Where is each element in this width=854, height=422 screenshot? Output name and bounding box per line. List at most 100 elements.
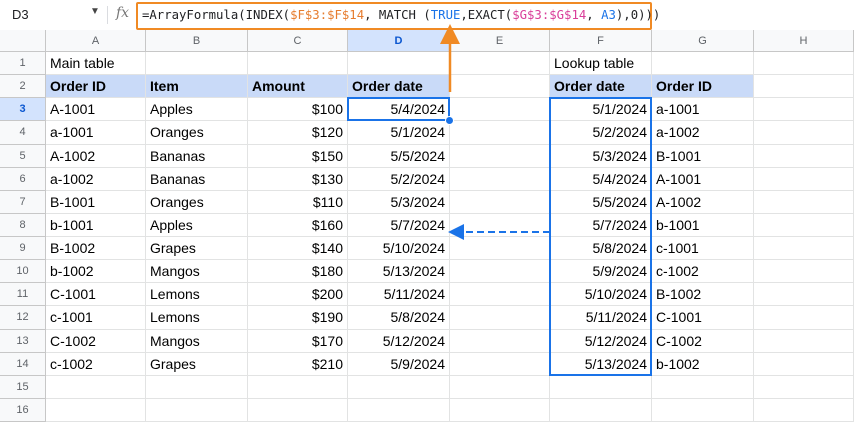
grid-cell[interactable] (550, 398, 652, 422)
lookup-id-cell[interactable]: c-1002 (652, 260, 754, 284)
grid-cell[interactable] (754, 237, 854, 261)
lookup-date-cell[interactable]: 5/3/2024 (550, 144, 652, 168)
order-date-cell[interactable]: 5/8/2024 (348, 306, 450, 330)
order-id-cell[interactable]: c-1001 (46, 306, 146, 330)
lookup-date-cell[interactable]: 5/9/2024 (550, 260, 652, 284)
lookup-id-cell[interactable]: a-1001 (652, 98, 754, 122)
grid-cell[interactable] (450, 52, 550, 76)
grid-cell[interactable] (450, 167, 550, 191)
amount-cell[interactable]: $150 (248, 144, 348, 168)
item-cell[interactable]: Oranges (146, 190, 248, 214)
grid-cell[interactable] (652, 375, 754, 399)
lookup-table-header[interactable]: Order ID (652, 75, 754, 99)
grid-cell[interactable] (450, 398, 550, 422)
grid-cell[interactable] (450, 283, 550, 307)
grid-cell[interactable] (754, 283, 854, 307)
grid-cell[interactable] (450, 352, 550, 376)
grid-cell[interactable] (248, 375, 348, 399)
lookup-table-title[interactable]: Lookup table (550, 52, 652, 76)
lookup-date-cell[interactable]: 5/13/2024 (550, 352, 652, 376)
grid-cell[interactable] (450, 260, 550, 284)
lookup-id-cell[interactable]: C-1002 (652, 329, 754, 353)
column-header-b[interactable]: B (146, 30, 248, 52)
grid-cell[interactable] (348, 398, 450, 422)
column-header-c[interactable]: C (248, 30, 348, 52)
row-header-5[interactable]: 5 (0, 144, 46, 168)
lookup-id-cell[interactable]: b-1001 (652, 213, 754, 237)
lookup-id-cell[interactable]: a-1002 (652, 121, 754, 145)
lookup-id-cell[interactable]: A-1002 (652, 190, 754, 214)
order-id-cell[interactable]: C-1002 (46, 329, 146, 353)
item-cell[interactable]: Apples (146, 98, 248, 122)
grid-cell[interactable] (754, 75, 854, 99)
grid-cell[interactable] (754, 52, 854, 76)
amount-cell[interactable]: $110 (248, 190, 348, 214)
amount-cell[interactable]: $140 (248, 237, 348, 261)
item-cell[interactable]: Lemons (146, 306, 248, 330)
row-header-6[interactable]: 6 (0, 167, 46, 191)
order-id-cell[interactable]: a-1001 (46, 121, 146, 145)
amount-cell[interactable]: $130 (248, 167, 348, 191)
amount-cell[interactable]: $100 (248, 98, 348, 122)
grid-cell[interactable] (754, 144, 854, 168)
amount-cell[interactable]: $180 (248, 260, 348, 284)
grid-cell[interactable] (754, 375, 854, 399)
order-id-cell[interactable]: c-1002 (46, 352, 146, 376)
row-header-13[interactable]: 13 (0, 329, 46, 353)
grid-cell[interactable] (652, 398, 754, 422)
grid-cell[interactable] (146, 52, 248, 76)
grid-cell[interactable] (146, 375, 248, 399)
order-date-cell[interactable]: 5/5/2024 (348, 144, 450, 168)
lookup-date-cell[interactable]: 5/8/2024 (550, 237, 652, 261)
main-table-header[interactable]: Item (146, 75, 248, 99)
row-header-2[interactable]: 2 (0, 75, 46, 99)
grid-cell[interactable] (754, 121, 854, 145)
lookup-id-cell[interactable]: b-1002 (652, 352, 754, 376)
column-header-g[interactable]: G (652, 30, 754, 52)
order-id-cell[interactable]: A-1001 (46, 98, 146, 122)
select-all-corner[interactable] (0, 30, 46, 52)
grid-cell[interactable] (754, 329, 854, 353)
lookup-date-cell[interactable]: 5/12/2024 (550, 329, 652, 353)
column-header-a[interactable]: A (46, 30, 146, 52)
grid-cell[interactable] (146, 398, 248, 422)
lookup-id-cell[interactable]: B-1002 (652, 283, 754, 307)
name-box[interactable]: D3 ▼ (8, 6, 104, 24)
main-table-header[interactable]: Order date (348, 75, 450, 99)
grid-cell[interactable] (754, 306, 854, 330)
grid-cell[interactable] (348, 375, 450, 399)
row-header-7[interactable]: 7 (0, 190, 46, 214)
grid-cell[interactable] (450, 306, 550, 330)
row-header-12[interactable]: 12 (0, 306, 46, 330)
column-header-e[interactable]: E (450, 30, 550, 52)
grid-cell[interactable] (754, 213, 854, 237)
row-header-15[interactable]: 15 (0, 375, 46, 399)
lookup-id-cell[interactable]: B-1001 (652, 144, 754, 168)
main-table-title[interactable]: Main table (46, 52, 146, 76)
order-id-cell[interactable]: A-1002 (46, 144, 146, 168)
order-date-cell[interactable]: 5/9/2024 (348, 352, 450, 376)
main-table-header[interactable]: Amount (248, 75, 348, 99)
grid-cell[interactable] (754, 190, 854, 214)
item-cell[interactable]: Apples (146, 213, 248, 237)
grid-cell[interactable] (754, 167, 854, 191)
item-cell[interactable]: Oranges (146, 121, 248, 145)
grid-cell[interactable] (450, 75, 550, 99)
grid-cell[interactable] (450, 329, 550, 353)
item-cell[interactable]: Bananas (146, 144, 248, 168)
item-cell[interactable]: Mangos (146, 329, 248, 353)
lookup-date-cell[interactable]: 5/5/2024 (550, 190, 652, 214)
row-header-4[interactable]: 4 (0, 121, 46, 145)
amount-cell[interactable]: $120 (248, 121, 348, 145)
order-date-cell[interactable]: 5/1/2024 (348, 121, 450, 145)
lookup-id-cell[interactable]: C-1001 (652, 306, 754, 330)
amount-cell[interactable]: $160 (248, 213, 348, 237)
lookup-date-cell[interactable]: 5/7/2024 (550, 213, 652, 237)
grid-cell[interactable] (550, 375, 652, 399)
grid-cell[interactable] (754, 260, 854, 284)
grid-cell[interactable] (754, 398, 854, 422)
grid-cell[interactable] (46, 398, 146, 422)
row-header-16[interactable]: 16 (0, 398, 46, 422)
item-cell[interactable]: Mangos (146, 260, 248, 284)
row-header-3[interactable]: 3 (0, 98, 46, 122)
